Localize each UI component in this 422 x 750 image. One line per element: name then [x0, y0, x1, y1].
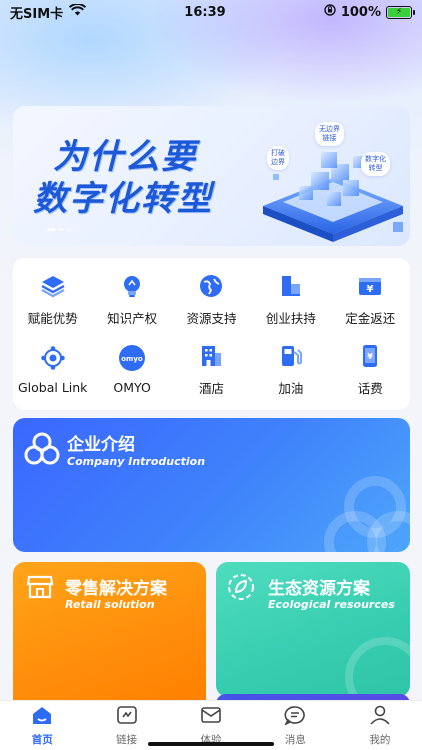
retail-card-title: 零售解决方案 [65, 579, 167, 599]
home-icon [31, 705, 53, 729]
tab-home[interactable]: 首页 [0, 701, 84, 750]
banner-title-line1: 为什么要 [53, 137, 197, 177]
company-watermark-icon [324, 476, 410, 552]
tab-label: 消息 [284, 733, 306, 746]
menu-label: 加油 [278, 380, 304, 396]
svg-text:¥: ¥ [368, 352, 374, 361]
company-logo-icon [23, 430, 61, 472]
company-card-subtitle: Company Introduction [67, 455, 206, 468]
link-icon [116, 705, 138, 729]
company-intro-card[interactable]: 企业介绍 Company Introduction [13, 418, 410, 552]
cube-platform-illustration: 无边界 链接 打破 边界 数字化 转型 [253, 114, 410, 242]
mail-icon [200, 705, 222, 729]
tab-label: 我的 [369, 733, 391, 746]
company-card-title: 企业介绍 [67, 435, 135, 455]
menu-label: 定金返还 [345, 310, 396, 326]
globe-icon [197, 272, 225, 300]
banner-bubble-boundless: 无边界 链接 [315, 122, 344, 146]
retail-card-subtitle: Retail solution [65, 598, 155, 611]
eco-card-subtitle: Ecological resources [268, 598, 395, 611]
banner-title: 为什么要 数字化转型 [33, 136, 213, 220]
banner-pagination [47, 228, 73, 231]
layers-icon [39, 272, 67, 300]
svg-text:¥: ¥ [367, 284, 374, 295]
orientation-lock-icon [324, 4, 336, 20]
fuel-pump-icon [277, 342, 305, 370]
battery-icon: ⚡ [385, 5, 415, 19]
wifi-icon [69, 3, 87, 20]
menu-label: 赋能优势 [27, 310, 78, 326]
menu-label: 话费 [357, 380, 383, 396]
menu-label: 知识产权 [107, 310, 158, 326]
ecological-resources-card[interactable]: 生态资源方案 Ecological resources [216, 562, 410, 697]
menu-item-fuel[interactable]: 加油 [251, 334, 330, 404]
menu-item-global-link[interactable]: Global Link [13, 334, 92, 404]
lightbulb-icon [118, 272, 146, 300]
menu-item-empowerment[interactable]: 赋能优势 [13, 264, 92, 334]
menu-item-deposit-refund[interactable]: ¥ 定金返还 [331, 264, 410, 334]
menu-item-hotel[interactable]: 酒店 [172, 334, 251, 404]
message-icon [284, 705, 306, 729]
omyo-logo-icon: omyo [118, 344, 146, 372]
tab-profile[interactable]: 我的 [338, 701, 422, 750]
tab-label: 首页 [31, 733, 53, 746]
hotel-icon [197, 342, 225, 370]
profile-icon [369, 705, 391, 729]
ticket-icon: ¥ [356, 272, 384, 300]
feature-menu: 赋能优势 知识产权 资源支持 创业扶持 ¥ 定金返还 Global Link o… [13, 258, 410, 410]
menu-label: 资源支持 [186, 310, 237, 326]
menu-label: Global Link [17, 379, 88, 395]
eco-watermark-icon [345, 637, 410, 697]
menu-item-omyo[interactable]: omyo OMYO [92, 334, 171, 404]
eco-leaf-icon [226, 572, 256, 606]
building-blocks-icon [277, 272, 305, 300]
banner-bubble-break: 打破 边界 [267, 146, 289, 170]
storefront-icon [26, 574, 54, 604]
clock: 16:39 [184, 4, 226, 20]
menu-label: 创业扶持 [265, 310, 316, 326]
status-bar: 无SIM卡 16:39 100% ⚡ [0, 0, 422, 24]
home-indicator [148, 742, 274, 746]
network-icon [39, 344, 67, 372]
carrier-label: 无SIM卡 [10, 6, 64, 22]
svg-text:omyo: omyo [121, 355, 143, 363]
menu-item-resources[interactable]: 资源支持 [172, 264, 251, 334]
menu-item-ip[interactable]: 知识产权 [92, 264, 171, 334]
battery-percent: 100% [340, 4, 381, 20]
tab-label: 链接 [116, 733, 138, 746]
eco-card-title: 生态资源方案 [268, 579, 370, 599]
menu-item-phone-bill[interactable]: ¥ 话费 [331, 334, 410, 404]
retail-solution-card[interactable]: 零售解决方案 Retail solution [13, 562, 206, 712]
menu-item-startup[interactable]: 创业扶持 [251, 264, 330, 334]
promo-banner[interactable]: 为什么要 数字化转型 无边界 链接 打破 边界 数字化 转型 [13, 106, 410, 246]
banner-title-line2: 数字化转型 [33, 179, 213, 219]
menu-label: 酒店 [198, 380, 224, 396]
banner-bubble-digital: 数字化 转型 [361, 152, 390, 176]
menu-label: OMYO [113, 379, 151, 395]
phone-bill-icon: ¥ [356, 342, 384, 370]
